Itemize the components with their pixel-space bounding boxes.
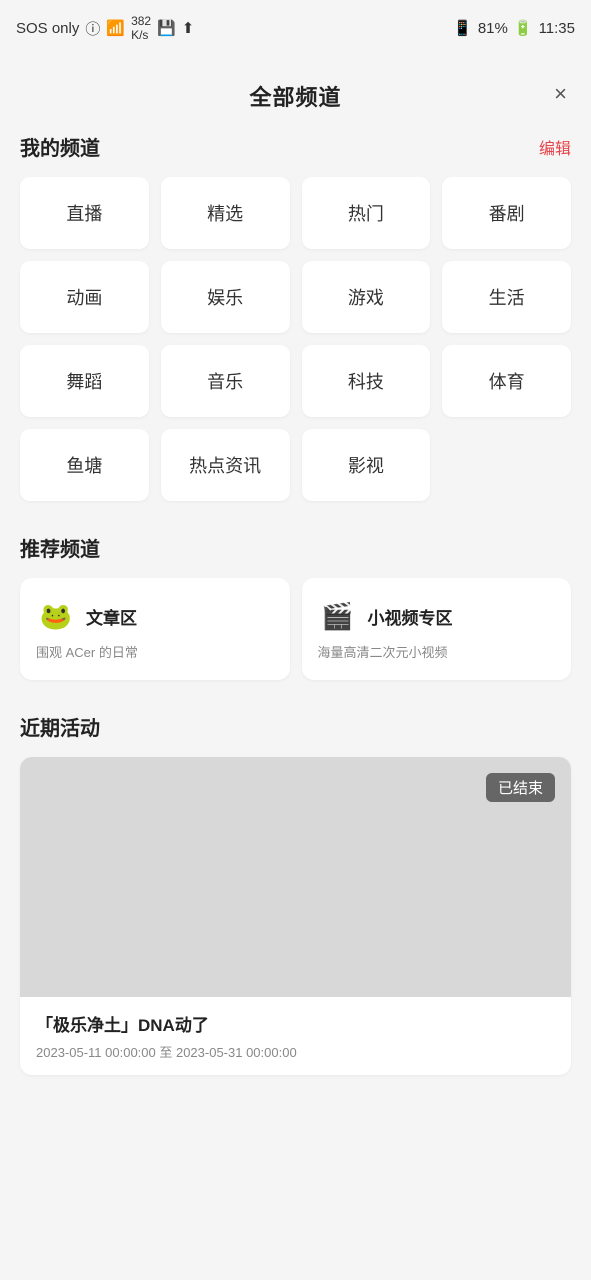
video-icon: 🎬 — [318, 596, 358, 636]
recommend-card-video[interactable]: 🎬 小视频专区 海量高清二次元小视频 — [302, 578, 572, 680]
channel-item-tech[interactable]: 科技 — [302, 345, 431, 417]
channel-item-music[interactable]: 音乐 — [161, 345, 290, 417]
channel-item-dance[interactable]: 舞蹈 — [20, 345, 149, 417]
channel-item-fish[interactable]: 鱼塘 — [20, 429, 149, 501]
upload-icon: ⬆ — [182, 19, 195, 37]
header: 全部频道 × — [0, 56, 591, 132]
channel-item-news[interactable]: 热点资讯 — [161, 429, 290, 501]
recommend-card-article[interactable]: 🐸 文章区 围观 ACer 的日常 — [20, 578, 290, 680]
device-icon: 📱 — [453, 19, 472, 37]
alert-icon: ⓘ — [85, 18, 100, 39]
my-channels-header: 我的频道 编辑 — [20, 132, 571, 161]
activity-name: 「极乐净土」DNA动了 — [36, 1011, 555, 1036]
recommend-card-top-article: 🐸 文章区 — [36, 596, 274, 636]
channel-item-movies[interactable]: 影视 — [302, 429, 431, 501]
channel-item-featured[interactable]: 精选 — [161, 177, 290, 249]
video-desc: 海量高清二次元小视频 — [318, 644, 556, 662]
recommend-card-top-video: 🎬 小视频专区 — [318, 596, 556, 636]
wifi-icon: 📶 — [106, 19, 125, 37]
main-content: 全部频道 × 我的频道 编辑 直播 精选 热门 番剧 动画 娱乐 游戏 生活 舞… — [0, 56, 591, 1131]
sd-icon: 💾 — [157, 19, 176, 37]
activity-card[interactable]: 已结束 「极乐净土」DNA动了 2023-05-11 00:00:00 至 20… — [20, 757, 571, 1075]
article-name: 文章区 — [86, 604, 137, 629]
channel-grid: 直播 精选 热门 番剧 动画 娱乐 游戏 生活 舞蹈 音乐 科技 体育 鱼塘 热… — [20, 177, 571, 501]
channel-item-life[interactable]: 生活 — [442, 261, 571, 333]
edit-button[interactable]: 编辑 — [539, 135, 571, 159]
channel-item-sports[interactable]: 体育 — [442, 345, 571, 417]
my-channels-section: 我的频道 编辑 直播 精选 热门 番剧 动画 娱乐 游戏 生活 舞蹈 音乐 科技… — [0, 132, 591, 517]
recommend-section: 推荐频道 🐸 文章区 围观 ACer 的日常 🎬 小视频专区 海量高清二次元小视… — [0, 517, 591, 696]
activity-title: 近期活动 — [20, 712, 571, 741]
activity-info: 「极乐净土」DNA动了 2023-05-11 00:00:00 至 2023-0… — [20, 997, 571, 1075]
battery-percent: 81% — [478, 20, 508, 37]
channel-item-drama[interactable]: 番剧 — [442, 177, 571, 249]
channel-item-gaming[interactable]: 游戏 — [302, 261, 431, 333]
recommend-grid: 🐸 文章区 围观 ACer 的日常 🎬 小视频专区 海量高清二次元小视频 — [20, 578, 571, 680]
page-title: 全部频道 — [249, 80, 341, 112]
activity-section: 近期活动 已结束 「极乐净土」DNA动了 2023-05-11 00:00:00… — [0, 696, 591, 1091]
time-text: 11:35 — [539, 20, 575, 37]
channel-item-anime[interactable]: 动画 — [20, 261, 149, 333]
sos-text: SOS only — [16, 20, 79, 37]
activity-badge: 已结束 — [486, 773, 555, 802]
channel-item-hot[interactable]: 热门 — [302, 177, 431, 249]
status-bar: SOS only ⓘ 📶 382 K/s 💾 ⬆ 📱 81% 🔋 11:35 — [0, 0, 591, 56]
channel-item-entertainment[interactable]: 娱乐 — [161, 261, 290, 333]
close-button[interactable]: × — [550, 79, 571, 109]
article-icon: 🐸 — [36, 596, 76, 636]
article-desc: 围观 ACer 的日常 — [36, 644, 274, 662]
channel-item-live[interactable]: 直播 — [20, 177, 149, 249]
my-channels-title: 我的频道 — [20, 132, 100, 161]
video-name: 小视频专区 — [368, 604, 453, 629]
activity-date: 2023-05-11 00:00:00 至 2023-05-31 00:00:0… — [36, 1042, 555, 1061]
recommend-title: 推荐频道 — [20, 533, 571, 562]
activity-image: 已结束 — [20, 757, 571, 997]
status-left: SOS only ⓘ 📶 382 K/s 💾 ⬆ — [16, 14, 194, 43]
status-right: 📱 81% 🔋 11:35 — [453, 19, 575, 37]
speed-text: 382 K/s — [131, 14, 151, 43]
battery-icon: 🔋 — [514, 19, 533, 37]
